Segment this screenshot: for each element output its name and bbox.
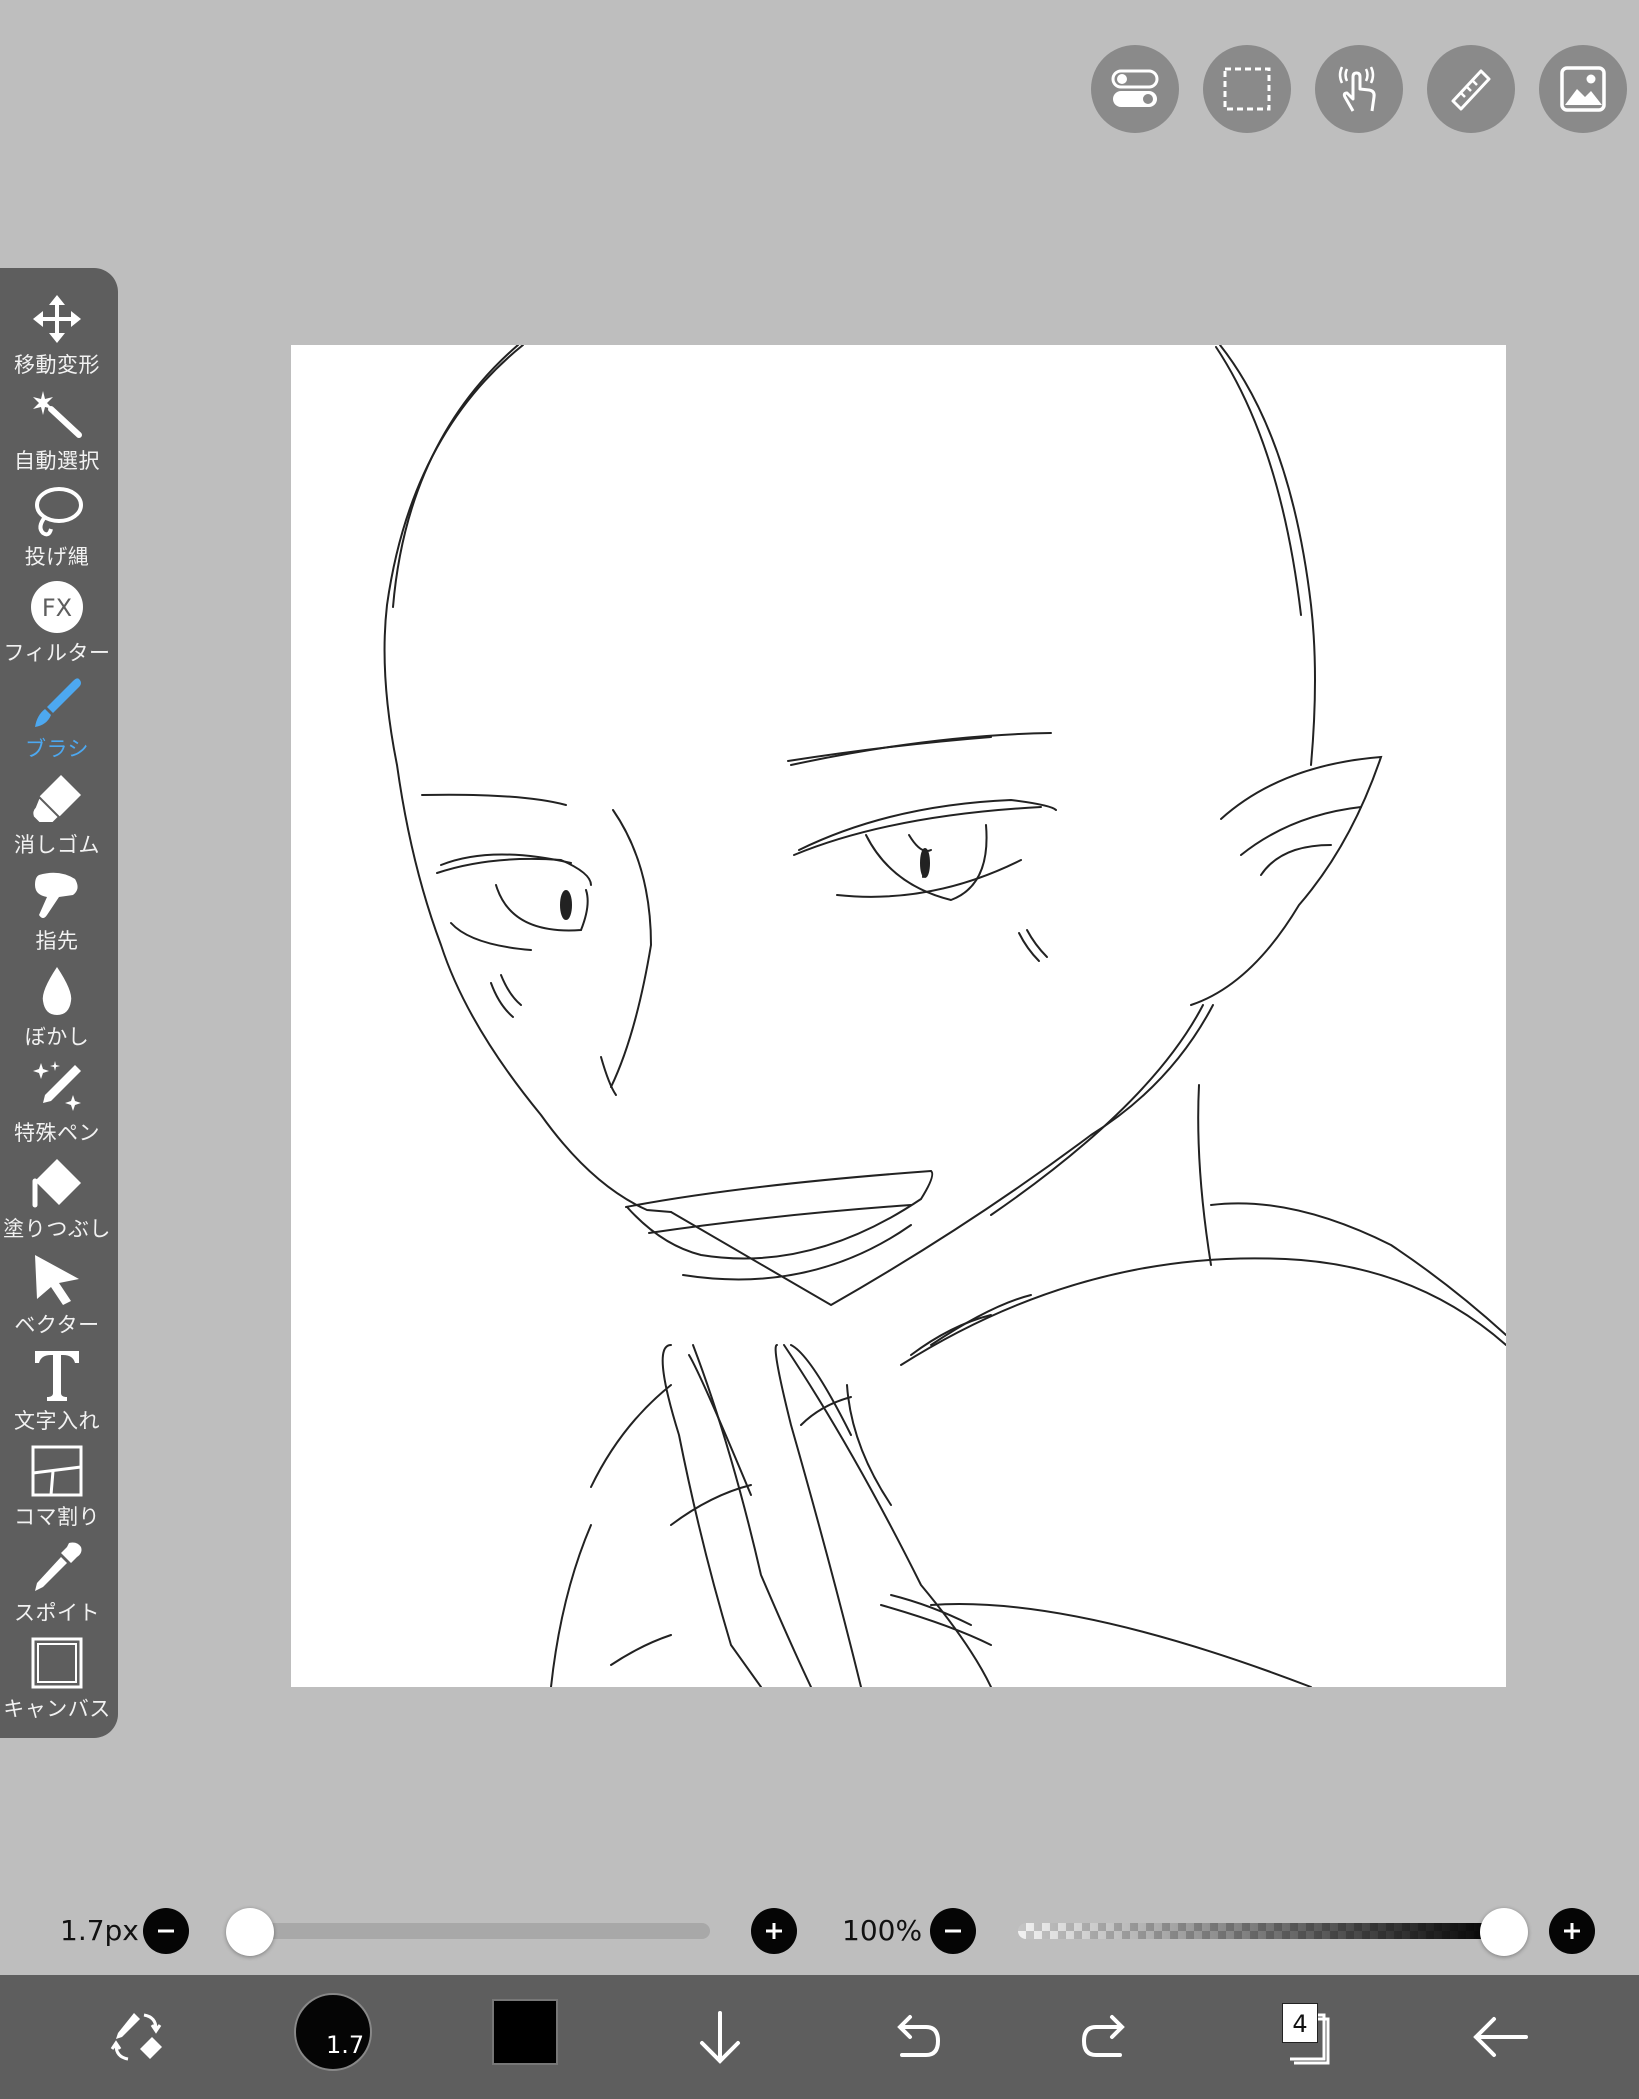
tool-label: 指先 bbox=[35, 929, 79, 953]
tool-label: フィルター bbox=[3, 641, 111, 665]
tool-label: 特殊ペン bbox=[14, 1121, 100, 1145]
tool-label: ぼかし bbox=[24, 1025, 90, 1049]
arrow-left-icon bbox=[1473, 2017, 1528, 2057]
bottom-bar bbox=[0, 1975, 1639, 2099]
redo-icon bbox=[1081, 2015, 1125, 2057]
tool-vector[interactable]: ベクター bbox=[0, 1243, 114, 1339]
brush-icon bbox=[35, 678, 81, 727]
tool-label: 塗りつぶし bbox=[3, 1217, 111, 1241]
special-pen-icon bbox=[33, 1061, 81, 1111]
vector-cursor-icon bbox=[35, 1255, 79, 1305]
tool-fill[interactable]: 塗りつぶし bbox=[0, 1147, 114, 1243]
selection-button[interactable] bbox=[1203, 45, 1291, 133]
tool-text[interactable]: 文字入れ bbox=[0, 1339, 114, 1435]
tool-canvas[interactable]: キャンバス bbox=[0, 1627, 114, 1723]
tool-label: 投げ縄 bbox=[24, 545, 90, 569]
text-icon bbox=[35, 1351, 79, 1401]
tool-blur[interactable]: ぼかし bbox=[0, 955, 114, 1051]
minus-icon bbox=[945, 1929, 961, 1933]
eyedropper-icon bbox=[35, 1542, 82, 1591]
swap-tool-button[interactable] bbox=[94, 1995, 178, 2079]
undo-icon bbox=[897, 2015, 941, 2057]
download-button[interactable] bbox=[678, 1995, 762, 2079]
sketch-artwork bbox=[383, 345, 1506, 1687]
ruler-icon bbox=[1451, 69, 1491, 111]
back-button[interactable] bbox=[1458, 1995, 1542, 2079]
magic-wand-icon bbox=[33, 391, 82, 438]
tool-label: ベクター bbox=[14, 1313, 100, 1337]
opacity-increase-button[interactable] bbox=[1549, 1908, 1595, 1954]
tool-brush[interactable]: ブラシ bbox=[0, 667, 114, 763]
plus-icon bbox=[766, 1923, 782, 1939]
plus-icon bbox=[1564, 1923, 1580, 1939]
move-transform-icon bbox=[33, 295, 81, 343]
undo-button[interactable] bbox=[872, 1995, 956, 2079]
brush-size-decrease-button[interactable] bbox=[143, 1908, 189, 1954]
lasso-icon bbox=[35, 487, 83, 537]
tool-finger[interactable]: 指先 bbox=[0, 859, 114, 955]
tool-label: コマ割り bbox=[14, 1505, 100, 1529]
tool-label: 文字入れ bbox=[14, 1409, 100, 1433]
tool-label: キャンバス bbox=[3, 1697, 111, 1721]
tool-eyedropper[interactable]: スポイト bbox=[0, 1531, 114, 1627]
brush-size-increase-button[interactable] bbox=[751, 1908, 797, 1954]
tool-auto-select[interactable]: 自動選択 bbox=[0, 379, 114, 475]
brush-size-slider[interactable] bbox=[236, 1923, 710, 1939]
tool-label: 自動選択 bbox=[14, 449, 100, 473]
fill-bucket-icon bbox=[32, 1159, 81, 1208]
drawing-canvas[interactable] bbox=[291, 345, 1506, 1687]
opacity-slider[interactable] bbox=[1018, 1923, 1504, 1939]
brush-size-preview-label: 1.7 bbox=[326, 2031, 365, 2059]
left-toolbar: 移動変形 自動選択 投げ縄 FX フィルター ブラシ 消しゴム 指先 ぼかし 特… bbox=[0, 268, 118, 1738]
ruler-button[interactable] bbox=[1427, 45, 1515, 133]
tool-label: 移動変形 bbox=[14, 353, 100, 377]
tool-label: ブラシ bbox=[24, 737, 90, 761]
fx-filter-icon: FX bbox=[31, 581, 83, 633]
toggle-icon bbox=[1111, 69, 1159, 107]
image-button[interactable] bbox=[1539, 45, 1627, 133]
brush-size-value: 1.7px bbox=[60, 1914, 139, 1947]
swap-brush-eraser-icon bbox=[110, 2013, 162, 2061]
tool-move-transform[interactable]: 移動変形 bbox=[0, 283, 114, 379]
tool-filter[interactable]: FX フィルター bbox=[0, 571, 114, 667]
fx-text: FX bbox=[42, 594, 72, 622]
tool-eraser[interactable]: 消しゴム bbox=[0, 763, 114, 859]
tool-panel-split[interactable]: コマ割り bbox=[0, 1435, 114, 1531]
brush-size-slider-thumb[interactable] bbox=[226, 1908, 275, 1956]
toggle-button[interactable] bbox=[1091, 45, 1179, 133]
opacity-value: 100% bbox=[842, 1914, 923, 1947]
tool-label: スポイト bbox=[14, 1601, 100, 1625]
minus-icon bbox=[158, 1929, 174, 1933]
finger-smudge-icon bbox=[35, 872, 78, 918]
color-swatch[interactable] bbox=[492, 1999, 558, 2065]
tool-lasso[interactable]: 投げ縄 bbox=[0, 475, 114, 571]
arrow-down-icon bbox=[700, 2011, 740, 2064]
opacity-decrease-button[interactable] bbox=[930, 1908, 976, 1954]
selection-icon bbox=[1223, 67, 1271, 111]
tool-label: 消しゴム bbox=[14, 833, 100, 857]
redo-button[interactable] bbox=[1066, 1995, 1150, 2079]
opacity-slider-thumb[interactable] bbox=[1480, 1908, 1528, 1956]
blur-drop-icon bbox=[42, 967, 72, 1015]
touch-gesture-icon bbox=[1338, 66, 1376, 112]
layer-count: 4 bbox=[1282, 2003, 1318, 2043]
gesture-button[interactable] bbox=[1315, 45, 1403, 133]
tool-special-pen[interactable]: 特殊ペン bbox=[0, 1051, 114, 1147]
canvas-icon bbox=[31, 1637, 83, 1689]
panel-split-icon bbox=[31, 1445, 83, 1497]
eraser-icon bbox=[31, 775, 81, 824]
image-icon bbox=[1560, 66, 1606, 112]
